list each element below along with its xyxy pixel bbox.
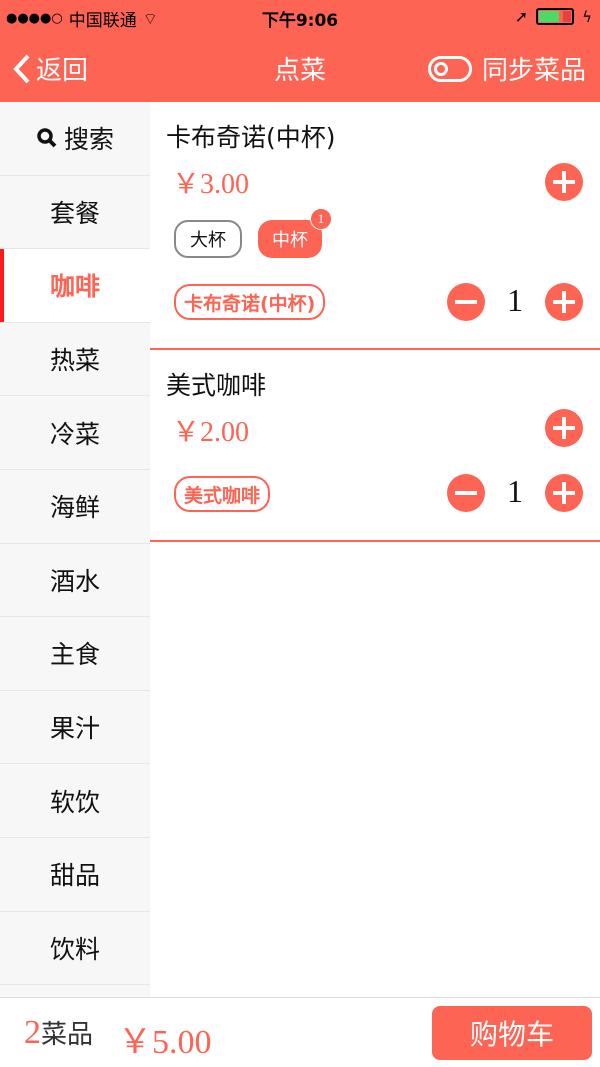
battery-icon	[536, 8, 575, 25]
sidebar-item-cold-dishes[interactable]: 冷菜	[0, 396, 150, 470]
quantity: 1	[507, 473, 523, 509]
sidebar-item-juice[interactable]: 果汁	[0, 691, 150, 765]
dish-item: 卡布奇诺(中杯) ￥3.00 大杯 中杯 1 卡布奇诺(中杯) 1	[150, 102, 600, 350]
header: ●●●●○ 中国联通 ⌔ 下午9:06 ➚ ϟ 返回 点菜 同步菜品	[0, 0, 600, 102]
location-icon: ➚	[514, 7, 529, 26]
option-medium-label: 中杯	[272, 230, 308, 251]
sync-label: 同步菜品	[481, 56, 586, 86]
item-count: 2菜品	[24, 1014, 93, 1052]
clock: 下午9:06	[261, 11, 339, 31]
toggle-icon	[427, 55, 472, 82]
increase-button[interactable]	[545, 474, 583, 512]
add-button[interactable]	[545, 409, 583, 447]
cart-tag: 美式咖啡	[174, 476, 271, 512]
dish-price: ￥2.00	[172, 417, 250, 448]
sidebar-item-seafood[interactable]: 海鲜	[0, 470, 150, 544]
item-count-label: 菜品	[41, 1020, 94, 1050]
search-label: 搜索	[63, 125, 114, 155]
add-button[interactable]	[545, 163, 583, 201]
sidebar-item-beverages[interactable]: 饮料	[0, 912, 150, 986]
cart-footer: 2菜品 ￥5.00 购物车	[0, 997, 600, 1067]
sidebar-item-desserts[interactable]: 甜品	[0, 838, 150, 912]
decrease-button[interactable]	[447, 283, 485, 321]
charging-icon: ϟ	[582, 7, 592, 26]
option-large[interactable]: 大杯	[174, 220, 242, 258]
sidebar-search[interactable]: 搜索	[0, 102, 150, 176]
dish-price: ￥3.00	[172, 169, 250, 200]
dish-name: 卡布奇诺(中杯)	[166, 123, 336, 152]
sidebar-item-taocan[interactable]: 套餐	[0, 176, 150, 250]
sync-toggle[interactable]: 同步菜品	[427, 50, 586, 87]
cart-tag: 卡布奇诺(中杯)	[174, 284, 326, 320]
nav-bar: 返回 点菜 同步菜品	[0, 34, 600, 102]
increase-button[interactable]	[545, 283, 583, 321]
sidebar-item-hot-dishes[interactable]: 热菜	[0, 323, 150, 397]
quantity: 1	[507, 282, 523, 318]
cart-button[interactable]: 购物车	[432, 1006, 592, 1060]
category-sidebar: 搜索 套餐 咖啡 热菜 冷菜 海鲜 酒水 主食 果汁 软饮 甜品 饮料	[0, 102, 150, 997]
sidebar-item-alcohol[interactable]: 酒水	[0, 544, 150, 618]
sidebar-item-staple[interactable]: 主食	[0, 617, 150, 691]
decrease-button[interactable]	[447, 474, 485, 512]
option-medium[interactable]: 中杯 1	[258, 208, 332, 258]
dish-name: 美式咖啡	[166, 371, 267, 400]
sidebar-item-coffee[interactable]: 咖啡	[0, 249, 150, 323]
sidebar-item-soft-drinks[interactable]: 软饮	[0, 764, 150, 838]
total-price: ￥5.00	[118, 1024, 212, 1061]
option-count-badge: 1	[310, 208, 332, 230]
item-count-value: 2	[24, 1014, 41, 1051]
status-bar: ●●●●○ 中国联通 ⌔ 下午9:06 ➚ ϟ	[0, 0, 600, 34]
dish-item: 美式咖啡 ￥2.00 美式咖啡 1	[150, 350, 600, 542]
search-icon	[37, 128, 57, 148]
dish-list: 卡布奇诺(中杯) ￥3.00 大杯 中杯 1 卡布奇诺(中杯) 1 美式咖啡 ￥…	[150, 102, 600, 542]
